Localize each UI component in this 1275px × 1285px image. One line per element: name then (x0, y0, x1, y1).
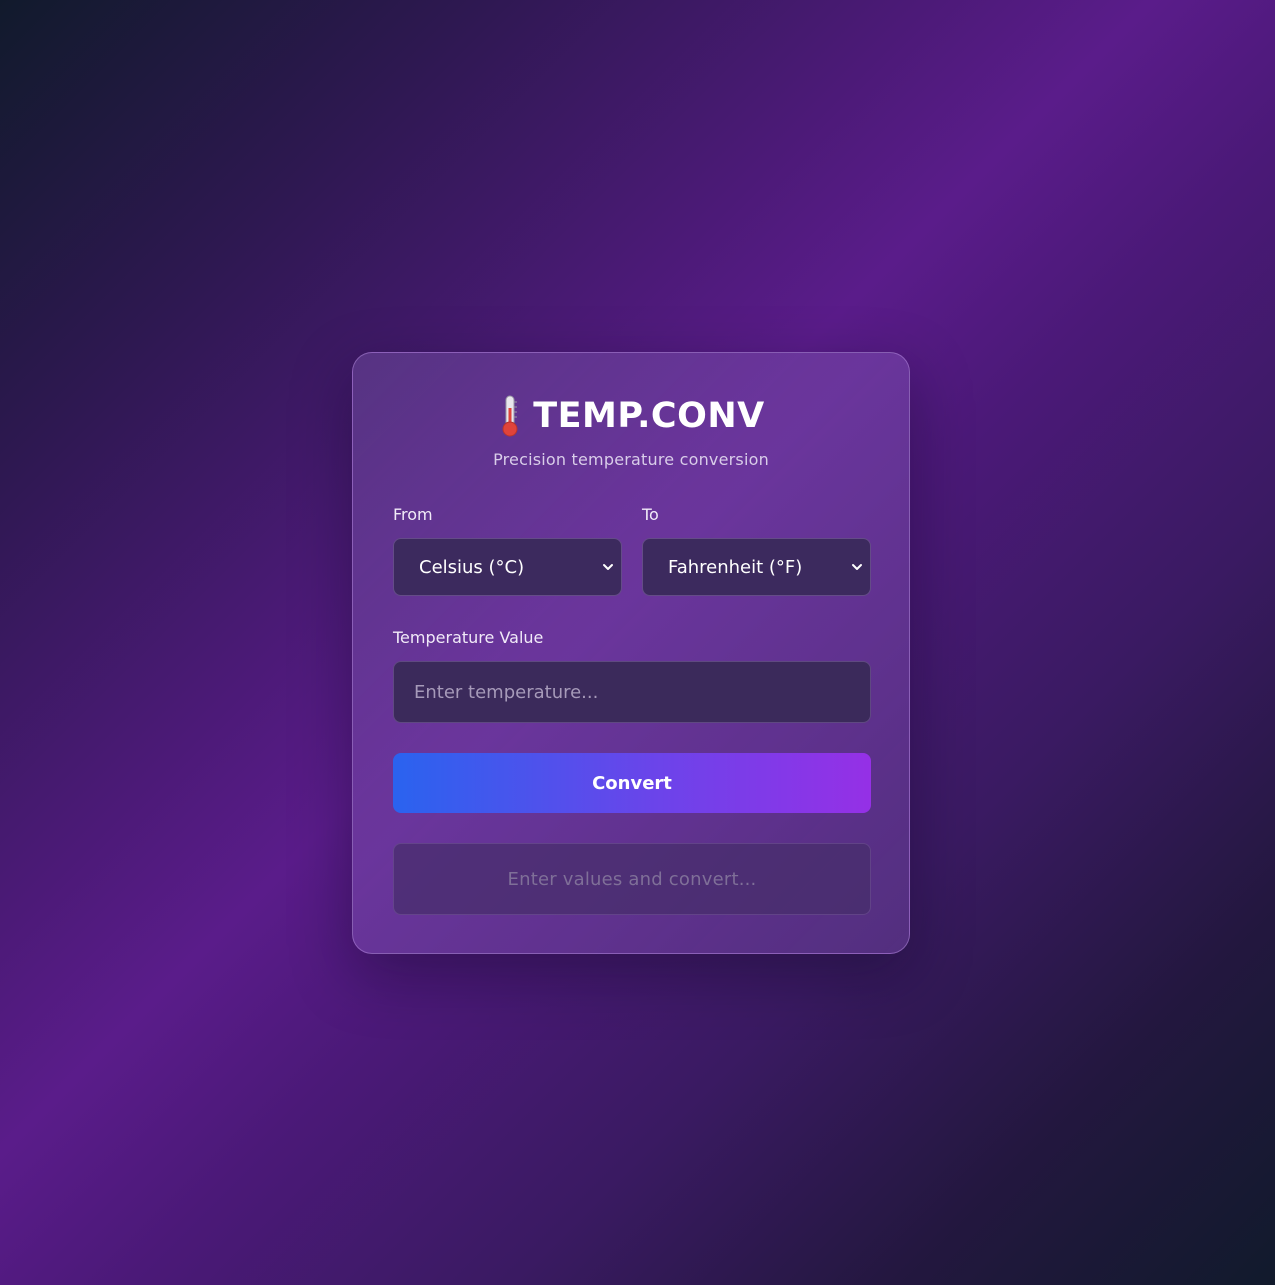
to-unit-value: Fahrenheit (°F) (668, 556, 803, 578)
from-unit-value: Celsius (°C) (419, 556, 525, 578)
to-unit-select[interactable]: Fahrenheit (°F) (642, 538, 871, 596)
chevron-down-icon (852, 564, 862, 570)
from-label: From (393, 505, 433, 524)
from-unit-select[interactable]: Celsius (°C) (393, 538, 622, 596)
converter-card: TEMP.CONV Precision temperature conversi… (352, 352, 910, 954)
to-label: To (642, 505, 659, 524)
chevron-down-icon (603, 564, 613, 570)
app-title: TEMP.CONV (533, 396, 765, 436)
thermometer-icon (502, 395, 518, 437)
temperature-label: Temperature Value (393, 628, 544, 647)
temperature-input[interactable] (393, 661, 871, 723)
app-subtitle: Precision temperature conversion (493, 450, 769, 469)
title-row: TEMP.CONV (353, 393, 909, 439)
result-display: Enter values and convert... (393, 843, 871, 915)
convert-button[interactable]: Convert (393, 753, 871, 813)
